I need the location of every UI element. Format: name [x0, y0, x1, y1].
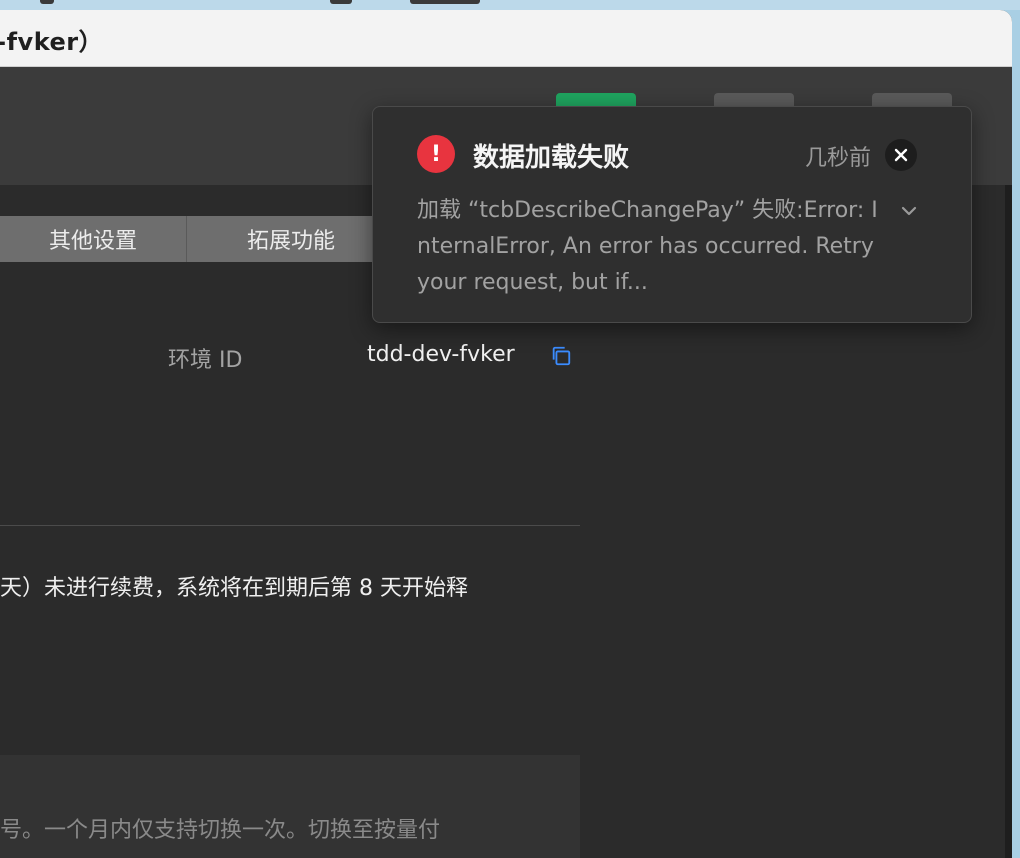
desktop-icon: [410, 0, 480, 4]
title-bar: v-fvker）: [0, 10, 1012, 67]
side-panel: [1005, 185, 1012, 858]
desktop-strip: [0, 0, 1020, 10]
tab-label: 拓展功能: [246, 229, 335, 254]
close-icon: [894, 148, 908, 162]
tab-label: 其他设置: [48, 229, 137, 254]
toast-timestamp: 几秒前: [805, 146, 872, 171]
renewal-notice: 天）未进行续费，系统将在到期后第 8 天开始释: [0, 576, 468, 601]
desktop-icon: [330, 0, 352, 4]
tab-bar: 其他设置 拓展功能: [0, 216, 396, 262]
billing-info-text: 号。一个月内仅支持切换一次。切换至按量付: [0, 818, 441, 843]
environment-id-value: tdd-dev-fvker: [367, 342, 515, 367]
error-icon: !: [417, 135, 455, 173]
section-divider: [0, 525, 580, 526]
tab-other-settings[interactable]: 其他设置: [0, 216, 187, 262]
desktop-icon: [40, 0, 54, 4]
close-button[interactable]: [885, 139, 917, 171]
error-toast: ! 数据加载失败 几秒前 加载 “tcbDescribeChangePay” 失…: [372, 106, 972, 323]
environment-label: 环境 ID: [168, 348, 243, 373]
tab-extensions[interactable]: 拓展功能: [187, 216, 396, 262]
toast-message: 加载 “tcbDescribeChangePay” 失败:Error: Inte…: [417, 198, 878, 295]
chevron-down-icon[interactable]: [897, 199, 921, 223]
toast-title: 数据加载失败: [473, 143, 630, 173]
window-title: v-fvker）: [0, 28, 104, 56]
screen: v-fvker） : 其他设置 拓展功能 环境 ID tdd-dev-fvker…: [0, 0, 1020, 858]
copy-icon[interactable]: [550, 345, 572, 367]
